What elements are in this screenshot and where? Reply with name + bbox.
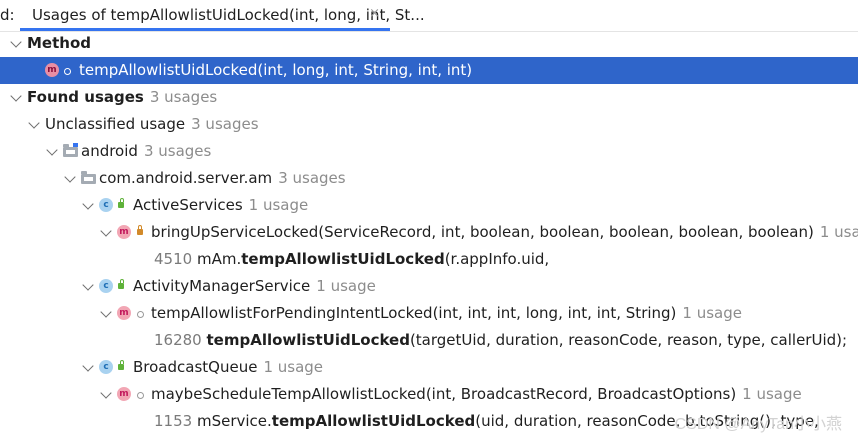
- class-label: BroadcastQueue: [133, 358, 258, 376]
- package-count: 3 usages: [278, 169, 346, 187]
- usages-tree: Method m tempAllowlistUidLocked(int, lon…: [0, 30, 858, 435]
- visibility-icon: [64, 68, 71, 75]
- class-label: ActiveServices: [133, 196, 243, 214]
- tree-node-class[interactable]: c ActiveServices 1 usage: [0, 192, 858, 219]
- code-match: tempAllowlistUidLocked: [206, 331, 410, 349]
- caller-method-count: 1 usage: [819, 223, 858, 241]
- tree-node-caller-method[interactable]: m tempAllowlistForPendingIntentLocked(in…: [0, 300, 858, 327]
- public-visibility-icon: [118, 198, 124, 208]
- module-label: android: [81, 142, 138, 160]
- tree-node-usage-line[interactable]: 16280 tempAllowlistUidLocked(targetUid, …: [0, 327, 858, 354]
- chevron-down-icon[interactable]: [82, 198, 94, 210]
- watermark: CSDN @AnyTan小小燕: [674, 416, 842, 433]
- caller-method-count: 1 usage: [742, 385, 802, 403]
- close-icon[interactable]: ×: [369, 6, 380, 21]
- unclassified-label: Unclassified usage: [45, 115, 186, 133]
- tree-node-class[interactable]: c BroadcastQueue 1 usage: [0, 354, 858, 381]
- tree-node-unclassified[interactable]: Unclassified usage 3 usages: [0, 111, 858, 138]
- module-count: 3 usages: [143, 142, 212, 160]
- folder-icon: [63, 143, 78, 157]
- class-count: 1 usage: [248, 196, 309, 214]
- tree-node-usage-line[interactable]: 4510 mAm.tempAllowlistUidLocked(r.appInf…: [0, 246, 858, 273]
- class-icon: c: [99, 360, 113, 374]
- code-suffix: (r.appInfo.uid,: [444, 250, 550, 268]
- tree-node-found-usages[interactable]: Found usages 3 usages: [0, 84, 858, 111]
- chevron-down-icon[interactable]: [64, 171, 76, 183]
- method-group-label: Method: [27, 34, 91, 52]
- public-visibility-icon: [118, 279, 124, 289]
- found-usages-label: Found usages: [27, 88, 144, 106]
- package-visibility-icon: [137, 392, 144, 399]
- method-icon: m: [117, 225, 131, 239]
- found-usages-count: 3 usages: [149, 88, 218, 106]
- code-match: tempAllowlistUidLocked: [271, 412, 476, 430]
- tree-node-target-method[interactable]: m tempAllowlistUidLocked(int, long, int,…: [0, 57, 858, 84]
- package-visibility-icon: [137, 311, 144, 318]
- chevron-down-icon[interactable]: [10, 90, 22, 102]
- target-method-label: tempAllowlistUidLocked(int, long, int, S…: [79, 61, 473, 79]
- method-icon: m: [45, 63, 59, 77]
- line-number: 4510: [154, 250, 193, 268]
- chevron-down-icon[interactable]: [82, 279, 94, 291]
- chevron-down-icon[interactable]: [100, 225, 112, 237]
- public-visibility-icon: [118, 360, 124, 370]
- caller-method-label: maybeScheduleTempAllowlistLocked(int, Br…: [151, 385, 737, 403]
- code-prefix: mService.: [196, 412, 272, 430]
- class-icon: c: [99, 198, 113, 212]
- chevron-down-icon[interactable]: [28, 117, 40, 129]
- tree-node-class[interactable]: c ActivityManagerService 1 usage: [0, 273, 858, 300]
- caller-method-count: 1 usage: [682, 304, 742, 322]
- package-label: com.android.server.am: [99, 169, 273, 187]
- tree-node-caller-method[interactable]: m maybeScheduleTempAllowlistLocked(int, …: [0, 381, 858, 408]
- tree-node-package[interactable]: com.android.server.am 3 usages: [0, 165, 858, 192]
- code-prefix: mAm.: [196, 250, 242, 268]
- unclassified-count: 3 usages: [191, 115, 259, 133]
- method-icon: m: [117, 306, 131, 320]
- code-suffix: (targetUid, duration, reasonCode, reason…: [409, 331, 848, 349]
- chevron-down-icon[interactable]: [10, 36, 22, 48]
- private-visibility-icon: [137, 225, 143, 235]
- class-label: ActivityManagerService: [133, 277, 311, 295]
- caller-method-label: bringUpServiceLocked(ServiceRecord, int,…: [151, 223, 814, 241]
- tree-node-module[interactable]: android 3 usages: [0, 138, 858, 165]
- line-number: 1153: [154, 412, 193, 430]
- tree-node-caller-method[interactable]: m bringUpServiceLocked(ServiceRecord, in…: [0, 219, 858, 246]
- tree-node-method-group[interactable]: Method: [0, 30, 858, 57]
- chevron-down-icon[interactable]: [100, 306, 112, 318]
- usages-tabbar: d: Usages of tempAllowlistUidLocked(int,…: [0, 0, 858, 32]
- class-icon: c: [99, 279, 113, 293]
- chevron-down-icon[interactable]: [46, 144, 58, 156]
- code-match: tempAllowlistUidLocked: [241, 250, 445, 268]
- package-icon: [81, 171, 96, 184]
- caller-method-label: tempAllowlistForPendingIntentLocked(int,…: [151, 304, 677, 322]
- tab-usages[interactable]: Usages of tempAllowlistUidLocked(int, lo…: [20, 0, 425, 31]
- class-count: 1 usage: [316, 277, 376, 295]
- tab-prefix: d:: [0, 6, 15, 24]
- chevron-down-icon[interactable]: [82, 360, 94, 372]
- method-icon: m: [117, 387, 131, 401]
- class-count: 1 usage: [263, 358, 324, 376]
- line-number: 16280: [154, 331, 202, 349]
- tab-title: Usages of tempAllowlistUidLocked(int, lo…: [32, 6, 425, 24]
- chevron-down-icon[interactable]: [100, 387, 112, 399]
